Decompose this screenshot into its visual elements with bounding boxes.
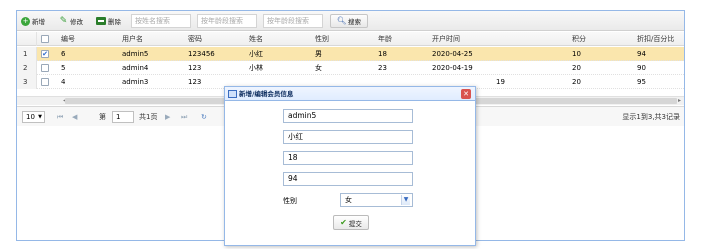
col-username[interactable]: 用户名 <box>122 32 143 46</box>
cell-id: 4 <box>61 78 66 86</box>
cell-discount: 95 <box>637 78 646 86</box>
gender-value: 女 <box>345 196 352 204</box>
page-size-select[interactable]: 10 ▼ <box>22 111 45 123</box>
row-number: 3 <box>17 75 37 89</box>
table-row[interactable]: 2 5 admin4 123 小林 女 23 2020-04-19 20 90 <box>17 61 684 75</box>
search-icon: 🔍︎ <box>336 16 347 26</box>
checkmark-icon: ✔ <box>340 218 347 227</box>
page-total: 共1页 <box>139 113 158 121</box>
table-row[interactable]: 1 ✔ 6 admin5 123456 小红 男 18 2020-04-25 1… <box>17 47 684 61</box>
last-page-icon[interactable]: ⏭ <box>181 111 187 123</box>
cell-name: 小林 <box>249 64 263 72</box>
edit-label: 修改 <box>70 18 83 26</box>
submit-label: 提交 <box>348 219 362 228</box>
cell-discount: 90 <box>637 64 646 72</box>
search-button[interactable]: 🔍︎ 搜索 <box>330 14 368 28</box>
page-prefix: 第 <box>99 113 106 121</box>
page-summary: 显示1到3,共3记录 <box>622 113 680 121</box>
add-icon: + <box>21 16 30 26</box>
cell-age: 23 <box>378 64 387 72</box>
age-field[interactable]: 18 <box>283 151 413 165</box>
add-button[interactable]: + 新增 <box>19 14 47 28</box>
close-icon[interactable]: ✕ <box>461 89 471 99</box>
cell-gender: 女 <box>315 64 322 72</box>
cell-discount: 94 <box>637 50 646 58</box>
prev-page-icon[interactable]: ◀ <box>72 111 77 123</box>
col-gender[interactable]: 性别 <box>315 32 329 46</box>
cell-points: 20 <box>572 64 581 72</box>
dialog-header: 新增/编辑会员信息 ✕ <box>225 87 475 101</box>
col-points[interactable]: 积分 <box>572 32 586 46</box>
username-field[interactable]: admin5 <box>283 109 413 123</box>
window-icon <box>228 90 237 98</box>
pencil-icon: ✎ <box>59 15 68 26</box>
cell-points: 10 <box>572 50 581 58</box>
header-rownum <box>17 32 37 46</box>
cell-password: 123 <box>188 64 202 72</box>
col-name[interactable]: 姓名 <box>249 32 263 46</box>
name-field[interactable]: 小红 <box>283 130 413 144</box>
row-number: 1 <box>17 47 37 61</box>
refresh-icon[interactable]: ↻ <box>201 111 207 123</box>
cell-password: 123456 <box>188 50 215 58</box>
cell-password: 123 <box>188 78 202 86</box>
gender-select[interactable]: 女 ▼ <box>340 193 413 207</box>
next-page-icon[interactable]: ▶ <box>165 111 170 123</box>
cell-gender: 男 <box>315 50 322 58</box>
cell-id: 5 <box>61 64 66 72</box>
cell-open-date: 2020-04-25 <box>432 50 473 58</box>
row-checkbox[interactable]: ✔ <box>41 50 49 58</box>
gender-label: 性别 <box>283 197 297 205</box>
discount-field[interactable]: 94 <box>283 172 413 186</box>
row-number: 2 <box>17 61 37 75</box>
col-password[interactable]: 密码 <box>188 32 202 46</box>
select-all-checkbox[interactable] <box>41 35 49 43</box>
cell-age: 18 <box>378 50 387 58</box>
add-label: 新增 <box>32 18 45 26</box>
search-age-from-input[interactable]: 按年龄段搜索 <box>197 14 257 28</box>
search-label: 搜索 <box>348 18 361 26</box>
dialog-title: 新增/编辑会员信息 <box>239 90 294 98</box>
col-discount[interactable]: 折扣/百分比 <box>637 32 684 46</box>
chevron-down-icon: ▼ <box>38 114 42 120</box>
grid-header: 编号 用户名 密码 姓名 性别 年龄 开户时间 积分 折扣/百分比 <box>17 32 684 46</box>
delete-icon <box>96 17 106 25</box>
cell-id: 6 <box>61 50 66 58</box>
col-age[interactable]: 年龄 <box>378 32 392 46</box>
scroll-right-icon[interactable]: ▸ <box>678 97 681 105</box>
first-page-icon[interactable]: ⏮ <box>57 111 63 123</box>
cell-points: 20 <box>572 78 581 86</box>
chevron-down-icon: ▼ <box>401 195 410 205</box>
row-checkbox[interactable] <box>41 78 49 86</box>
edit-button[interactable]: ✎ 修改 <box>57 14 85 28</box>
cell-username: admin3 <box>122 78 149 86</box>
search-age-to-input[interactable]: 按年龄段搜索 <box>263 14 323 28</box>
toolbar: + 新增 ✎ 修改 删除 按姓名搜索 按年龄段搜索 按年龄段搜索 🔍︎ 搜索 <box>17 11 684 31</box>
page-number-input[interactable]: 1 <box>112 111 134 123</box>
page-size-value: 10 <box>26 113 35 121</box>
delete-label: 删除 <box>108 18 121 26</box>
cell-open-date: 2020-04-19 <box>432 64 473 72</box>
cell-username: admin5 <box>122 50 149 58</box>
delete-button[interactable]: 删除 <box>94 14 123 28</box>
cell-username: admin4 <box>122 64 149 72</box>
col-id[interactable]: 编号 <box>61 32 75 46</box>
col-open-date[interactable]: 开户时间 <box>432 32 460 46</box>
row-checkbox[interactable] <box>41 64 49 72</box>
cell-name: 小红 <box>249 50 263 58</box>
cell-open-date: 19 <box>496 78 505 86</box>
submit-button[interactable]: ✔ 提交 <box>333 215 369 230</box>
search-name-input[interactable]: 按姓名搜索 <box>131 14 191 28</box>
member-edit-dialog: 新增/编辑会员信息 ✕ admin5 小红 18 94 性别 女 ▼ ✔ 提交 <box>224 86 476 246</box>
